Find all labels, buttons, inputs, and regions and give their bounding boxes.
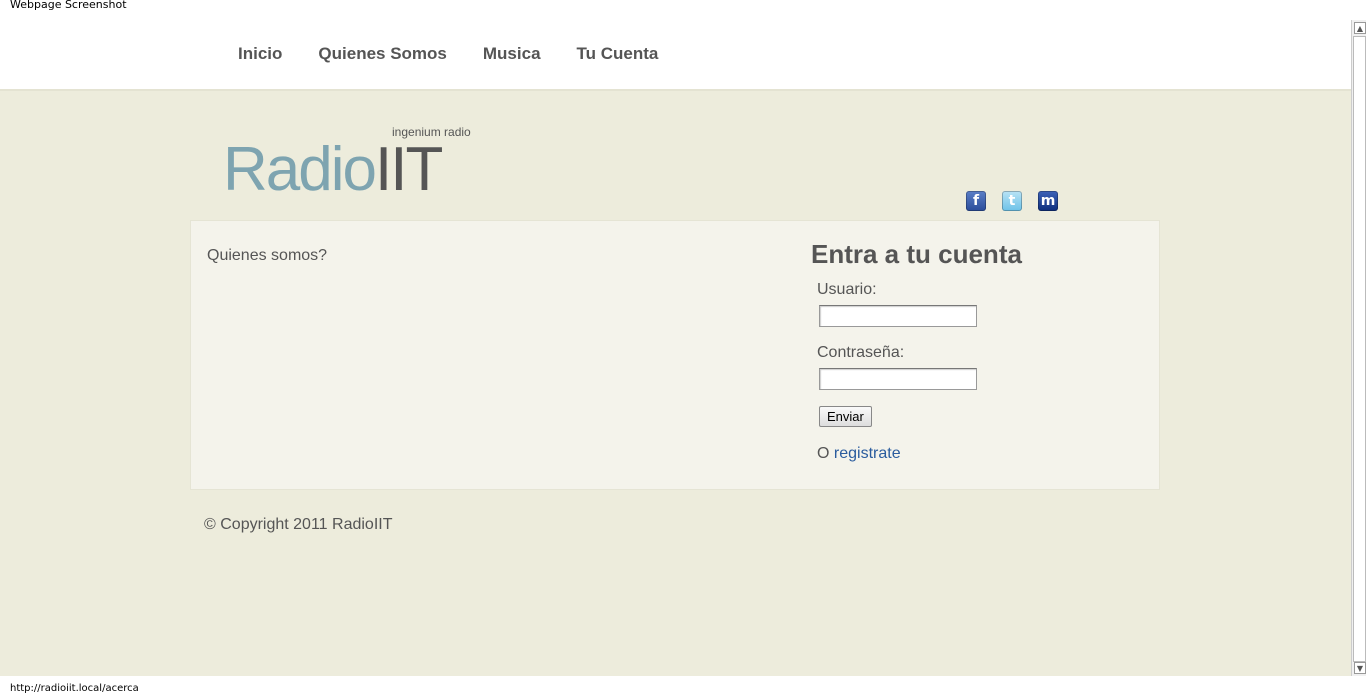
myspace-icon[interactable]: m	[1038, 191, 1058, 211]
twitter-icon[interactable]: t	[1002, 191, 1022, 211]
footer-copyright: © Copyright 2011 RadioIIT	[204, 516, 393, 533]
nav-item-inicio[interactable]: Inicio	[238, 44, 282, 64]
scroll-up-arrow-icon[interactable]: ▲	[1354, 22, 1366, 34]
submit-button[interactable]: Enviar	[819, 406, 872, 427]
scroll-down-arrow-icon[interactable]: ▼	[1354, 662, 1366, 674]
register-link[interactable]: registrate	[834, 445, 901, 462]
register-prefix: O	[817, 445, 830, 462]
top-navigation-bar: Inicio Quienes Somos Musica Tu Cuenta	[0, 10, 1351, 91]
status-bar: http://radioiit.local/acerca	[0, 676, 1366, 696]
password-label: Contraseña:	[817, 344, 905, 361]
login-title: Entra a tu cuenta	[811, 239, 1022, 269]
nav-item-quienes-somos[interactable]: Quienes Somos	[318, 44, 446, 64]
logo-part-radio: Radio	[223, 135, 377, 204]
about-heading: Quienes somos?	[207, 247, 328, 264]
content-panel: Quienes somos? Entra a tu cuenta Usuario…	[190, 220, 1160, 490]
password-input[interactable]	[819, 368, 977, 390]
main-nav: Inicio Quienes Somos Musica Tu Cuenta	[238, 44, 694, 64]
logo-part-iit: IIT	[375, 135, 443, 204]
site-logo[interactable]: RadioIIT	[223, 134, 443, 206]
page-viewport: Inicio Quienes Somos Musica Tu Cuenta in…	[0, 10, 1351, 676]
social-links: f t m	[966, 191, 1074, 211]
scrollbar-thumb[interactable]	[1353, 36, 1366, 662]
username-label: Usuario:	[817, 281, 877, 298]
register-line: O registrate	[817, 445, 901, 463]
vertical-scrollbar[interactable]: ▲ ▼	[1351, 20, 1366, 676]
nav-item-musica[interactable]: Musica	[483, 44, 541, 64]
username-input[interactable]	[819, 305, 977, 327]
nav-item-tu-cuenta[interactable]: Tu Cuenta	[577, 44, 659, 64]
facebook-icon[interactable]: f	[966, 191, 986, 211]
status-url: http://radioiit.local/acerca	[10, 683, 139, 694]
